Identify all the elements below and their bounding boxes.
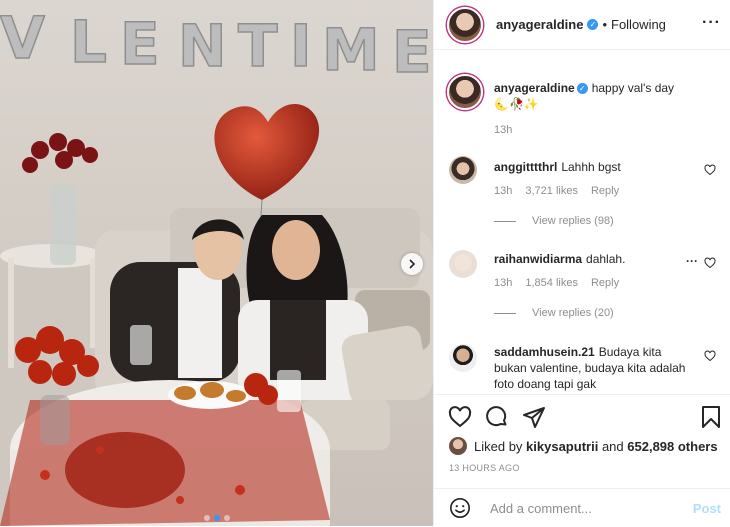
- photo-scene: V L E N T I M E: [0, 0, 433, 526]
- share-icon[interactable]: [522, 405, 546, 429]
- comment-username[interactable]: saddamhusein.21: [494, 345, 595, 359]
- verified-badge-icon: ✓: [576, 83, 588, 95]
- liker-username[interactable]: kikysaputrii: [526, 439, 598, 454]
- comment-like-heart-icon[interactable]: [704, 257, 716, 269]
- post-photo[interactable]: V L E N T I M E: [0, 0, 433, 526]
- comment-meta: 13h 3,721 likes Reply: [494, 185, 620, 197]
- comment-item: anggitttthrl Lahhh bgst 13h 3,721 likes Rep…: [449, 156, 716, 236]
- more-options-icon[interactable]: ···: [702, 14, 721, 32]
- comment-text: anggitttthrl Lahhh bgst: [494, 160, 621, 174]
- comment-more-options-icon[interactable]: ···: [686, 254, 698, 268]
- svg-text:M: M: [322, 16, 380, 84]
- caption-text: anyageraldine ✓ happy val's day 🌜🥀✨: [494, 80, 686, 112]
- comment-username[interactable]: raihanwidiarma: [494, 252, 582, 266]
- caption-emoji: 🌜🥀✨: [494, 97, 539, 111]
- post-comment-button[interactable]: Post: [693, 501, 721, 516]
- comment-meta: 13h 1,854 likes Reply: [494, 277, 620, 289]
- reply-button[interactable]: Reply: [591, 277, 619, 289]
- comment-text: raihanwidiarma dahlah.: [494, 252, 626, 266]
- post-header: anyageraldine ✓ • Following ···: [434, 0, 730, 50]
- view-replies-button[interactable]: View replies (98): [494, 215, 614, 227]
- svg-text:E: E: [120, 10, 160, 78]
- likes-count-button[interactable]: 652,898 others: [627, 439, 717, 454]
- caption: anyageraldine ✓ happy val's day 🌜🥀✨ 13h: [447, 74, 716, 144]
- reply-button[interactable]: Reply: [591, 185, 619, 197]
- svg-text:N: N: [178, 12, 227, 80]
- caption-avatar[interactable]: [447, 74, 483, 110]
- svg-text:T: T: [238, 12, 278, 80]
- svg-text:L: L: [70, 8, 107, 76]
- post-side-panel: anyageraldine ✓ • Following ··· anyagera…: [433, 0, 730, 526]
- like-heart-icon[interactable]: [448, 405, 472, 429]
- comment-item: raihanwidiarma dahlah. ··· 13h 1,854 likes…: [449, 248, 716, 328]
- carousel-dot-active: [213, 515, 220, 521]
- view-replies-button[interactable]: View replies (20): [494, 307, 614, 319]
- comment-text: saddamhusein.21 Budaya kita bukan valenti…: [494, 345, 686, 391]
- svg-text:E: E: [392, 18, 432, 86]
- next-photo-button[interactable]: [401, 253, 423, 275]
- caption-body: happy val's day: [591, 81, 675, 95]
- add-comment-input[interactable]: [488, 499, 682, 517]
- comment-like-heart-icon[interactable]: [704, 350, 716, 362]
- balloon-letters: V: [0, 4, 45, 72]
- commenter-avatar[interactable]: [449, 156, 477, 184]
- chevron-right-icon: [409, 259, 416, 269]
- post-author-username[interactable]: anyageraldine: [496, 17, 583, 32]
- caption-time: 13h: [494, 124, 513, 136]
- carousel-dot: [223, 515, 230, 521]
- likes-summary: Liked by kikysaputrii and 652,898 others: [449, 437, 721, 455]
- post-time-ago[interactable]: 13 HOURS AGO: [449, 463, 520, 473]
- comment-icon[interactable]: [485, 405, 509, 429]
- comments-list[interactable]: anyageraldine ✓ happy val's day 🌜🥀✨ 13h an…: [434, 50, 730, 393]
- commenter-avatar[interactable]: [449, 250, 477, 278]
- commenter-avatar[interactable]: [449, 344, 477, 372]
- comment-like-heart-icon[interactable]: [704, 164, 716, 176]
- verified-badge-icon: ✓: [587, 19, 599, 30]
- carousel-dot: [203, 515, 210, 521]
- avatar[interactable]: [447, 6, 483, 43]
- svg-text:I: I: [290, 12, 312, 80]
- caption-username[interactable]: anyageraldine: [494, 81, 575, 95]
- save-bookmark-icon[interactable]: [699, 405, 723, 429]
- separator-dot: •: [602, 17, 607, 32]
- post-actions: [434, 394, 730, 443]
- following-button[interactable]: Following: [611, 17, 666, 32]
- comment-username[interactable]: anggitttthrl: [494, 160, 557, 174]
- add-comment-bar: Post: [434, 488, 730, 527]
- emoji-smile-icon[interactable]: [449, 497, 471, 519]
- liker-avatar[interactable]: [449, 437, 467, 455]
- comment-item: saddamhusein.21 Budaya kita bukan valenti…: [449, 342, 716, 393]
- carousel-dots: [0, 515, 433, 521]
